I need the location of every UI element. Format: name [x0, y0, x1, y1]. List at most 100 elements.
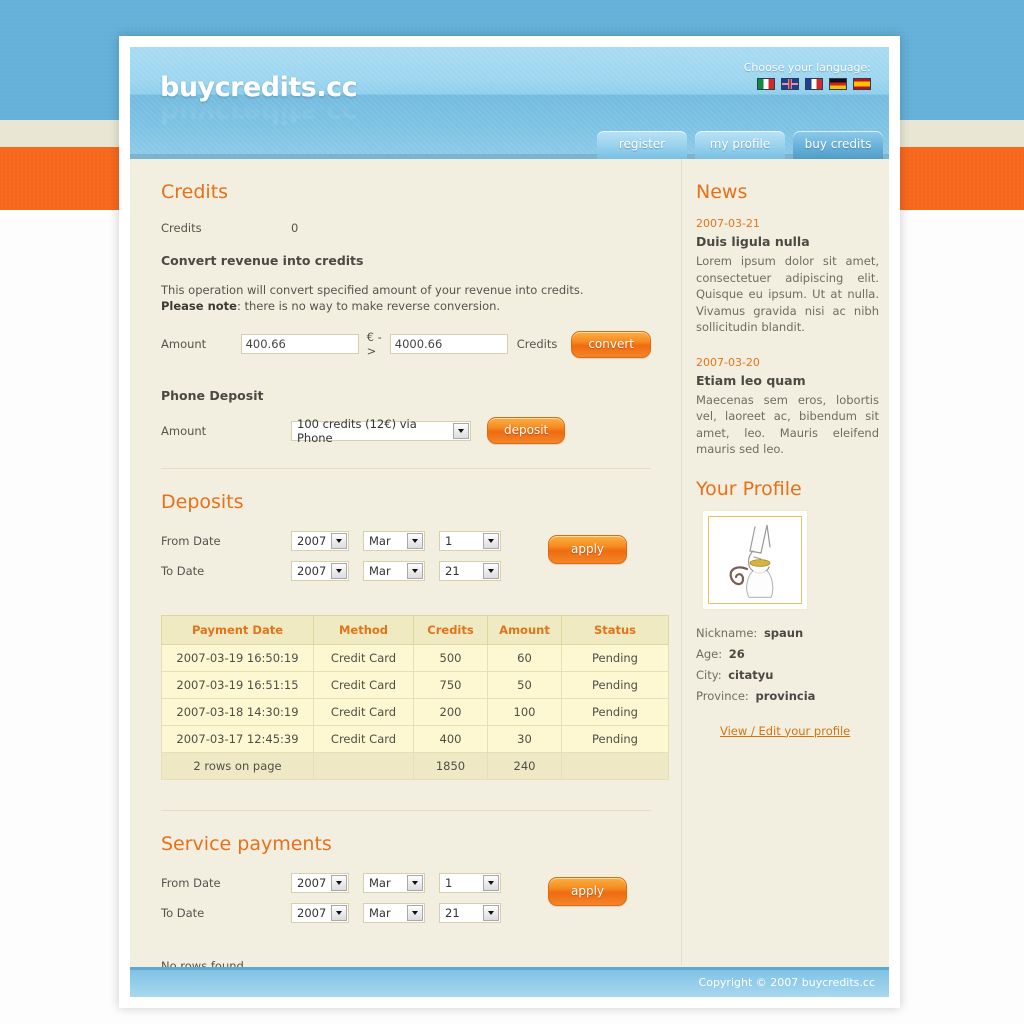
- italy-flag-icon[interactable]: [757, 78, 775, 90]
- summary-amount: 240: [487, 752, 562, 780]
- chevron-down-icon: [331, 875, 347, 891]
- service-to-label: To Date: [161, 906, 205, 920]
- edit-profile-link[interactable]: View / Edit your profile: [720, 724, 850, 738]
- convert-button[interactable]: convert: [571, 330, 651, 358]
- convert-credits-input[interactable]: [389, 334, 508, 354]
- deposits-from-month-value: Mar: [369, 534, 391, 548]
- news-heading: News: [696, 181, 748, 203]
- deposits-from-day-select[interactable]: 1: [439, 531, 501, 551]
- language-selector: Choose your language:: [744, 61, 871, 90]
- service-to-year-value: 2007: [297, 906, 327, 920]
- spain-flag-icon[interactable]: [853, 78, 871, 90]
- service-to-day-select[interactable]: 21: [439, 903, 501, 923]
- convert-note-line1: This operation will convert specified am…: [161, 283, 584, 297]
- tab-buy-credits[interactable]: buy credits: [793, 131, 883, 159]
- service-to-month-select[interactable]: Mar: [363, 903, 425, 923]
- news-item-date: 2007-03-21: [696, 217, 760, 230]
- cell-amount: 60: [487, 644, 562, 672]
- cell-method: Credit Card: [313, 644, 414, 672]
- deposits-to-day-select[interactable]: 21: [439, 561, 501, 581]
- service-from-label: From Date: [161, 876, 221, 890]
- convert-amount-row: Amount € -> Credits convert: [161, 330, 651, 358]
- table-row[interactable]: 2007-03-19 16:50:19 Credit Card 500 60 P…: [161, 644, 669, 672]
- convert-heading: Convert revenue into credits: [161, 253, 364, 268]
- summary-method: [313, 752, 414, 780]
- convert-note-bold: Please note: [161, 299, 237, 313]
- phone-deposit-select[interactable]: 100 credits (12€) via Phone: [291, 417, 471, 445]
- chevron-down-icon: [331, 563, 347, 579]
- service-from-day-select[interactable]: 1: [439, 873, 501, 893]
- table-row[interactable]: 2007-03-17 12:45:39 Credit Card 400 30 P…: [161, 725, 669, 753]
- credits-balance-row: Credits 0: [161, 221, 651, 235]
- news-item: 2007-03-21 Duis ligula nulla Lorem ipsum…: [696, 217, 879, 336]
- main-navigation: register my profile buy credits: [597, 131, 883, 159]
- service-from-year-select[interactable]: 2007: [291, 873, 349, 893]
- column-payment-date[interactable]: Payment Date: [161, 615, 314, 645]
- convert-note-line2: : there is no way to make reverse conver…: [236, 299, 501, 313]
- france-flag-icon[interactable]: [805, 78, 823, 90]
- tab-register[interactable]: register: [597, 131, 687, 159]
- service-from-year-value: 2007: [297, 876, 327, 890]
- summary-status: [561, 752, 669, 780]
- news-item-body: Lorem ipsum dolor sit amet, consectetuer…: [696, 254, 879, 334]
- deposits-heading: Deposits: [161, 491, 244, 513]
- summary-credits: 1850: [413, 752, 488, 780]
- deposits-to-month-select[interactable]: Mar: [363, 561, 425, 581]
- profile-age-value: 26: [728, 646, 745, 661]
- deposit-button[interactable]: deposit: [487, 417, 566, 444]
- deposits-from-row: From Date 2007 Mar 1: [161, 531, 501, 551]
- cell-status: Pending: [561, 725, 669, 753]
- deposits-filter: From Date 2007 Mar 1 To Date 2007 Mar 21…: [161, 531, 651, 591]
- profile-city-label: City:: [696, 667, 722, 682]
- chevron-down-icon: [331, 905, 347, 921]
- service-from-month-select[interactable]: Mar: [363, 873, 425, 893]
- deposits-from-month-select[interactable]: Mar: [363, 531, 425, 551]
- cell-credits: 500: [413, 644, 488, 672]
- column-credits[interactable]: Credits: [413, 615, 488, 645]
- column-method[interactable]: Method: [313, 615, 414, 645]
- cell-status: Pending: [561, 698, 669, 726]
- service-to-year-select[interactable]: 2007: [291, 903, 349, 923]
- profile-province-label: Province:: [696, 688, 749, 703]
- deposits-to-year-value: 2007: [297, 564, 327, 578]
- chevron-down-icon: [331, 533, 347, 549]
- deposits-to-day-value: 21: [445, 564, 460, 578]
- germany-flag-icon[interactable]: [829, 78, 847, 90]
- service-apply-button[interactable]: apply: [548, 877, 628, 906]
- profile-age-row: Age: 26: [696, 647, 879, 661]
- table-row[interactable]: 2007-03-19 16:51:15 Credit Card 750 50 P…: [161, 671, 669, 699]
- profile-age-label: Age:: [696, 646, 723, 661]
- deposits-apply-button[interactable]: apply: [548, 535, 628, 564]
- avatar-image: [708, 515, 802, 604]
- tab-my-profile[interactable]: my profile: [695, 131, 785, 159]
- uk-flag-icon[interactable]: [781, 78, 799, 90]
- chevron-down-icon: [483, 905, 499, 921]
- service-from-row: From Date 2007 Mar 1: [161, 873, 501, 893]
- profile-province-value: provincia: [755, 688, 816, 703]
- column-status[interactable]: Status: [561, 615, 669, 645]
- profile-nickname-row: Nickname: spaun: [696, 626, 879, 640]
- service-from-day-value: 1: [445, 876, 453, 890]
- cell-payment-date: 2007-03-19 16:51:15: [161, 671, 314, 699]
- cell-amount: 30: [487, 725, 562, 753]
- chevron-down-icon: [483, 563, 499, 579]
- column-amount[interactable]: Amount: [487, 615, 562, 645]
- deposits-table: Payment Date Method Credits Amount Statu…: [161, 615, 669, 780]
- service-payments-heading: Service payments: [161, 833, 332, 855]
- deposits-from-year-select[interactable]: 2007: [291, 531, 349, 551]
- convert-amount-label: Amount: [161, 337, 207, 351]
- deposits-to-row: To Date 2007 Mar 21: [161, 561, 501, 581]
- site-logo[interactable]: buycredits.cc: [160, 72, 358, 103]
- section-divider-2: [161, 810, 651, 811]
- avatar[interactable]: [702, 509, 808, 610]
- table-row[interactable]: 2007-03-18 14:30:19 Credit Card 200 100 …: [161, 698, 669, 726]
- convert-eur-input[interactable]: [240, 334, 359, 354]
- cell-payment-date: 2007-03-17 12:45:39: [161, 725, 314, 753]
- profile-province-row: Province: provincia: [696, 689, 879, 703]
- service-to-day-value: 21: [445, 906, 460, 920]
- credits-balance-value: 0: [291, 221, 299, 235]
- copyright-text: Copyright © 2007 buycredits.cc: [698, 976, 875, 989]
- chevron-down-icon: [483, 533, 499, 549]
- deposits-to-year-select[interactable]: 2007: [291, 561, 349, 581]
- credits-heading: Credits: [161, 181, 229, 203]
